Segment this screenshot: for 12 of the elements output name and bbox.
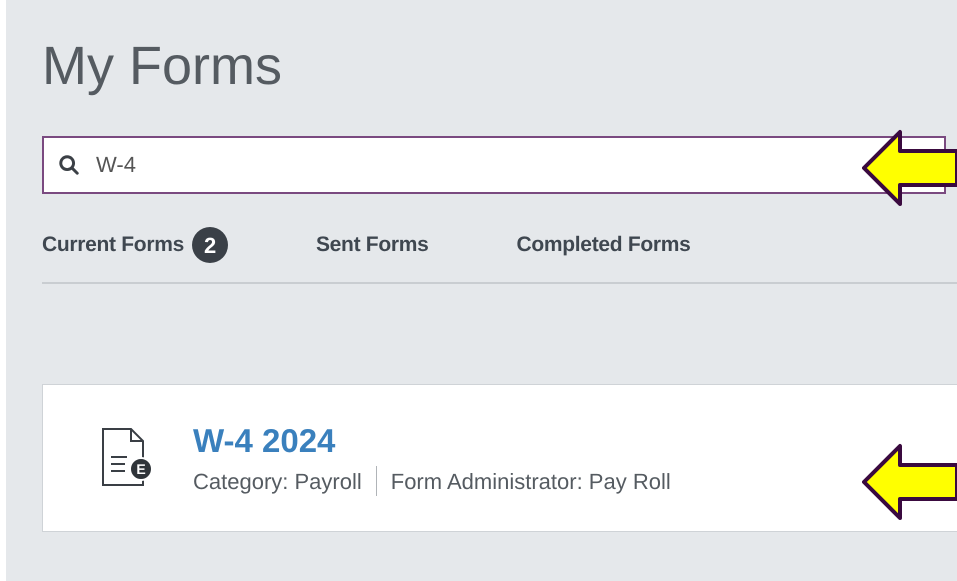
search-icon: [58, 154, 80, 176]
document-icon: [101, 427, 145, 487]
tab[interactable]: Sent Forms: [316, 229, 428, 261]
form-title-link[interactable]: W-4 2024: [193, 418, 336, 462]
form-administrator: Form Administrator: Pay Roll: [390, 468, 671, 496]
tab[interactable]: Current Forms 2: [42, 227, 228, 263]
form-category: Category: Payroll: [193, 468, 362, 496]
tab[interactable]: Completed Forms: [516, 229, 691, 261]
count-badge: 2: [192, 227, 228, 263]
page-title: My Forms: [42, 35, 282, 98]
icon-badge: E: [129, 457, 153, 481]
search-field[interactable]: W-4: [42, 136, 946, 194]
